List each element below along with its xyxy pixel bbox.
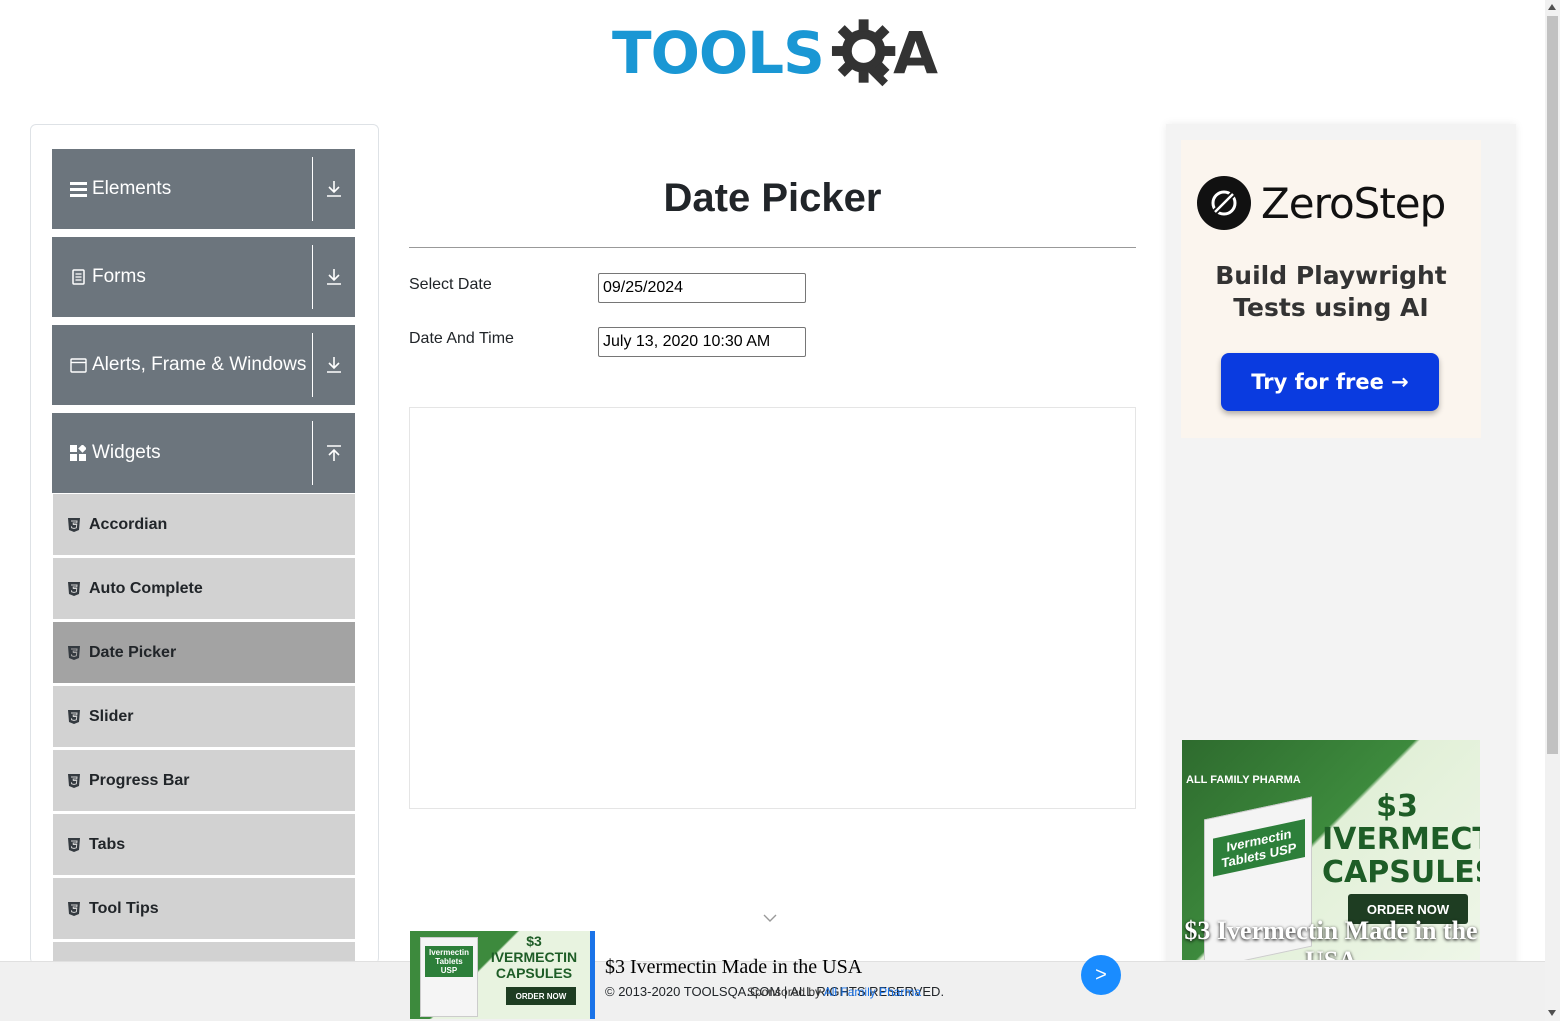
page: TOOLS A Elements Forms Alerts, Frame & W…	[0, 0, 1560, 1021]
expand-download-icon[interactable]	[312, 245, 355, 309]
sidebar-item-auto-complete[interactable]: Auto Complete	[53, 557, 355, 619]
menu-icon	[69, 180, 87, 198]
zerostep-logo: ZeroStep	[1197, 176, 1446, 230]
try-for-free-button[interactable]: Try for free →	[1221, 353, 1439, 411]
select-date-input[interactable]	[598, 273, 806, 303]
scrollbar-thumb[interactable]	[1547, 16, 1558, 754]
html5-icon	[68, 517, 80, 532]
collapse-upload-icon[interactable]	[312, 421, 355, 485]
sponsor-prefix: Sponsored by	[747, 985, 822, 999]
pharma-price: $3	[1376, 789, 1418, 824]
pharma-ad[interactable]: ALL FAMILY PHARMA Ivermectin Tablets USP…	[1182, 740, 1480, 960]
bottom-ad-price: $3	[526, 933, 542, 949]
pharma-product: IVERMECTIN	[1322, 822, 1480, 857]
sidebar-item-label: Accordian	[89, 515, 168, 533]
pharma-price-block: $3 IVERMECTIN CAPSULES	[1322, 789, 1480, 890]
scroll-down-arrow-icon[interactable]	[1548, 1010, 1556, 1016]
sidebar-item-label: Date Picker	[89, 643, 177, 661]
toolsqa-logo[interactable]: TOOLS A	[612, 14, 938, 92]
pill-box-label: Ivermectin Tablets USP	[425, 946, 473, 977]
sidebar-item-progress-bar[interactable]: Progress Bar	[53, 749, 355, 811]
sidebar-item-label: Auto Complete	[89, 579, 203, 597]
pharma-headline: $3 Ivermectin Made in the USA	[1184, 916, 1478, 960]
html5-icon	[68, 773, 80, 788]
bottom-ad-order-button: ORDER NOW	[506, 987, 576, 1005]
bottom-ad-form: CAPSULES	[495, 965, 573, 981]
bottom-ad-title[interactable]: $3 Ivermectin Made in the USA	[605, 956, 862, 979]
bottom-ad-price-block: $3 IVERMECTIN CAPSULES	[484, 933, 584, 981]
sidebar-group-forms[interactable]: Forms	[52, 237, 355, 317]
sidebar-item-tool-tips[interactable]: Tool Tips	[53, 877, 355, 939]
sidebar-item-label: Tabs	[89, 835, 126, 853]
sidebar-group-widgets[interactable]: Widgets	[52, 413, 355, 493]
bottom-ad-next-button[interactable]: >	[1081, 955, 1121, 995]
sidebar-item-label: Tool Tips	[89, 899, 159, 917]
pharma-form: CAPSULES	[1322, 855, 1480, 890]
expand-download-icon[interactable]	[312, 157, 355, 221]
pill-box-image: Ivermectin Tablets USP	[420, 937, 478, 1017]
bottom-ad-accent-bar	[590, 931, 595, 1019]
zerostep-tagline: Build Playwright Tests using AI	[1215, 261, 1447, 322]
zerostep-ad[interactable]: ZeroStep Build Playwright Tests using AI…	[1181, 140, 1481, 438]
left-sidebar: Elements Forms Alerts, Frame & Windows W…	[30, 124, 379, 964]
pill-box-label: Ivermectin Tablets USP	[1213, 819, 1305, 877]
select-date-label: Select Date	[409, 276, 492, 293]
vertical-scrollbar[interactable]	[1545, 0, 1560, 1021]
date-and-time-label: Date And Time	[409, 330, 514, 347]
page-title: Date Picker	[663, 176, 882, 220]
ad-placeholder	[409, 407, 1136, 809]
zerostep-brand: ZeroStep	[1261, 178, 1446, 228]
sidebar-item-label: Slider	[89, 707, 134, 725]
bottom-ad-image[interactable]: Ivermectin Tablets USP $3 IVERMECTIN CAP…	[410, 931, 590, 1019]
pharma-brand: ALL FAMILY PHARMA	[1186, 774, 1301, 786]
sidebar-item-tabs[interactable]: Tabs	[53, 813, 355, 875]
sidebar-item-label: Progress Bar	[89, 771, 190, 789]
html5-icon	[68, 709, 80, 724]
sidebar-group-elements[interactable]: Elements	[52, 149, 355, 229]
date-and-time-input[interactable]	[598, 327, 806, 357]
gear-magnifier-icon	[831, 19, 896, 87]
sidebar-item-date-picker[interactable]: Date Picker	[53, 621, 355, 683]
document-icon	[69, 268, 87, 286]
scroll-up-arrow-icon[interactable]	[1548, 4, 1556, 10]
sidebar-item-slider[interactable]: Slider	[53, 685, 355, 747]
expand-download-icon[interactable]	[312, 333, 355, 397]
sidebar-group-alerts[interactable]: Alerts, Frame & Windows	[52, 325, 355, 405]
logo-text-a: A	[893, 19, 938, 87]
html5-icon	[68, 645, 80, 660]
chevron-down-icon[interactable]	[762, 912, 778, 924]
html5-icon	[68, 901, 80, 916]
html5-icon	[68, 581, 80, 596]
zerostep-logo-icon	[1197, 176, 1251, 230]
bottom-ad-sponsor: Sponsored by All Family Pharma	[747, 985, 921, 999]
window-icon	[69, 356, 87, 374]
title-divider	[409, 247, 1136, 248]
bottom-ad-product: IVERMECTIN	[490, 949, 578, 965]
sidebar-item-accordian[interactable]: Accordian	[53, 493, 355, 555]
sponsor-link[interactable]: All Family Pharma	[824, 985, 921, 999]
widgets-icon	[69, 444, 87, 462]
logo-text-tools: TOOLS	[612, 19, 825, 87]
html5-icon	[68, 837, 80, 852]
